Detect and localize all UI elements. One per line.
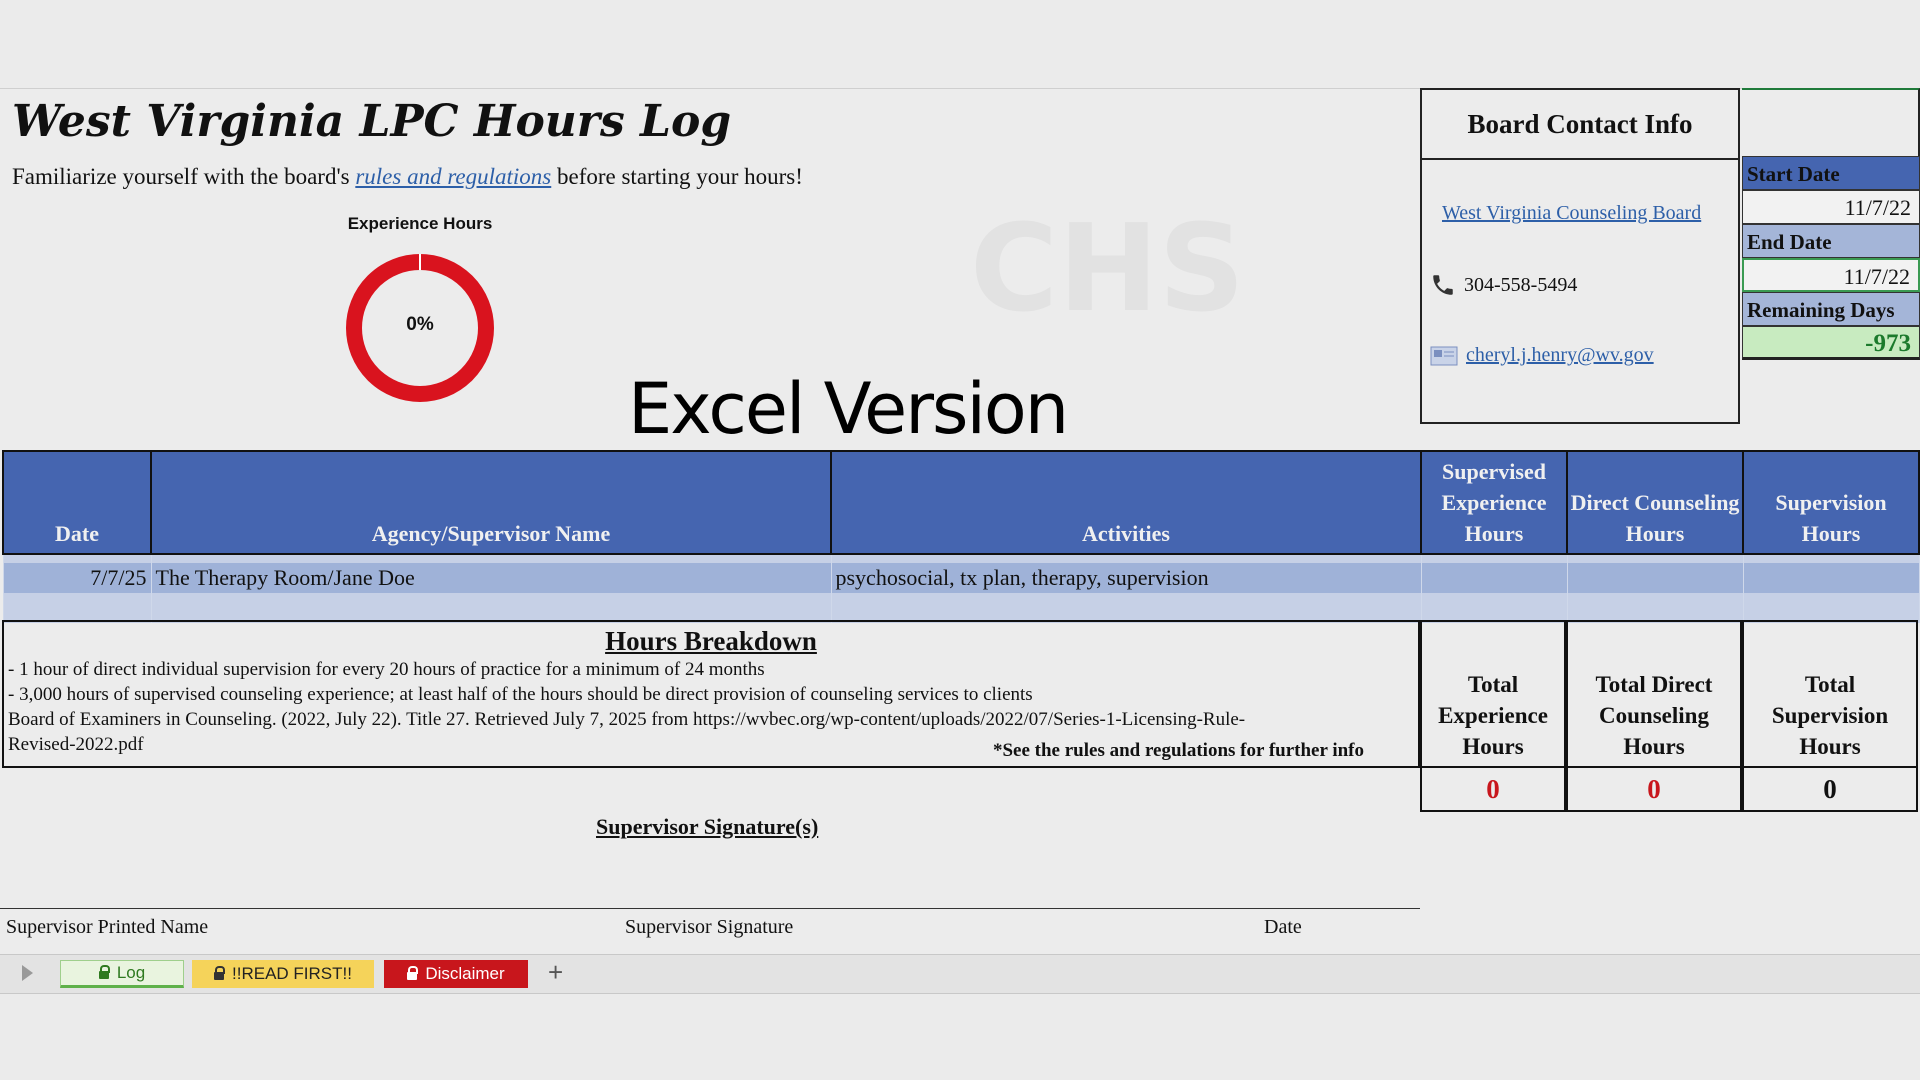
tab-log[interactable]: Log [60, 960, 184, 988]
total-experience-label: Total Experience Hours [1420, 620, 1566, 768]
total-experience-value[interactable]: 0 [1420, 768, 1566, 812]
end-date-cell[interactable]: 11/7/22 [1742, 258, 1920, 292]
start-date-label: Start Date [1742, 156, 1920, 190]
board-contact-box: Board Contact Info West Virginia Counsel… [1420, 88, 1740, 424]
supervisor-signature-label: Supervisor Signature [625, 916, 794, 938]
gauge-label: Experience Hours [347, 214, 493, 233]
cell[interactable] [1742, 593, 1920, 623]
email-link[interactable]: cheryl.j.henry@wv.gov [1466, 344, 1654, 367]
cell-activities[interactable]: psychosocial, tx plan, therapy, supervis… [830, 563, 1422, 593]
breakdown-citation: Board of Examiners in Counseling. (2022,… [8, 709, 1246, 730]
breakdown-line: - 3,000 hours of supervised counseling e… [8, 684, 1033, 705]
remaining-days-label: Remaining Days [1742, 292, 1920, 326]
sheet-tab-bar: Log !!READ FIRST!! Disclaimer + [0, 954, 1920, 994]
contact-phone: 304-558-5494 [1430, 272, 1577, 298]
table-row: 7/7/25 The Therapy Room/Jane Doe psychos… [2, 563, 1920, 593]
cell[interactable] [150, 593, 832, 623]
signature-title: Supervisor Signature(s) [596, 814, 819, 839]
total-direct-label: Total Direct Counseling Hours [1566, 620, 1742, 768]
cell-supervision-hours[interactable] [1742, 563, 1920, 593]
breakdown-note: *See the rules and regulations for furth… [992, 740, 1364, 761]
col-header-activities[interactable]: Activities [830, 450, 1422, 555]
tab-log-label: Log [116, 963, 146, 982]
dates-blank-cell[interactable] [1742, 88, 1920, 156]
board-website-link[interactable]: West Virginia Counseling Board [1442, 202, 1701, 225]
subtitle-text-after: before starting your hours! [551, 164, 803, 189]
mail-icon [1430, 346, 1458, 365]
cell-agency[interactable]: The Therapy Room/Jane Doe [150, 563, 832, 593]
rules-link[interactable]: rules and regulations [355, 164, 551, 189]
breakdown-title: Hours Breakdown [605, 626, 817, 656]
col-header-date[interactable]: Date [2, 450, 152, 555]
total-direct-value[interactable]: 0 [1566, 768, 1742, 812]
cell[interactable] [1420, 554, 1568, 563]
phone-icon [1433, 275, 1453, 295]
dates-panel: Start Date 11/7/22 End Date 11/7/22 Rema… [1742, 88, 1920, 360]
tab-disclaimer[interactable]: Disclaimer [384, 960, 528, 988]
subtitle-text-before: Familiarize yourself with the board's [12, 164, 356, 189]
remaining-days-cell[interactable]: -973 [1742, 326, 1920, 360]
cell[interactable] [1566, 593, 1744, 623]
end-date-label: End Date [1742, 224, 1920, 258]
col-header-direct-hours[interactable]: Direct Counseling Hours [1566, 450, 1744, 555]
hours-breakdown-box: Hours Breakdown - 1 hour of direct indiv… [2, 620, 1420, 768]
add-sheet-button[interactable]: + [548, 957, 563, 988]
gauge-value: 0% [406, 314, 434, 335]
cell-direct-hours[interactable] [1566, 563, 1744, 593]
col-header-supervision-hours[interactable]: Supervision Hours [1742, 450, 1920, 555]
signature-line [0, 908, 1420, 909]
cell[interactable] [1420, 593, 1568, 623]
phone-number: 304-558-5494 [1464, 273, 1578, 296]
contact-title: Board Contact Info [1422, 90, 1738, 160]
totals-panel: Total Experience Hours Total Direct Coun… [1420, 620, 1918, 812]
lock-icon [98, 965, 110, 979]
tab-disclaimer-label: Disclaimer [425, 964, 505, 983]
cell[interactable] [1742, 554, 1920, 563]
page-title: West Virginia LPC Hours Log [12, 96, 732, 147]
signature-date-label: Date [1264, 916, 1302, 938]
lock-icon [407, 966, 419, 980]
cell[interactable] [150, 554, 832, 563]
table-row [2, 593, 1920, 623]
cell-date[interactable]: 7/7/25 [2, 563, 152, 593]
cell[interactable] [1566, 554, 1744, 563]
total-supervision-label: Total Supervision Hours [1742, 620, 1918, 768]
lock-icon [214, 966, 226, 980]
cell[interactable] [830, 593, 1422, 623]
col-header-supervised-hours[interactable]: Supervised Experience Hours [1420, 450, 1568, 555]
excel-version-overlay: Excel Version [628, 368, 1069, 450]
tab-read-first-label: !!READ FIRST!! [232, 964, 352, 983]
tab-read-first[interactable]: !!READ FIRST!! [192, 960, 374, 988]
breakdown-line: - 1 hour of direct individual supervisio… [8, 659, 765, 680]
contact-email: cheryl.j.henry@wv.gov [1430, 344, 1654, 367]
cell[interactable] [2, 554, 152, 563]
table-row-spacer [2, 554, 1920, 563]
table-header-row: Date Agency/Supervisor Name Activities S… [2, 450, 1920, 555]
cell[interactable] [2, 593, 152, 623]
start-date-cell[interactable]: 11/7/22 [1742, 190, 1920, 224]
cell-supervised-hours[interactable] [1420, 563, 1568, 593]
subtitle: Familiarize yourself with the board's ru… [12, 164, 803, 190]
tab-scroll-right-icon[interactable] [22, 965, 33, 981]
total-supervision-value[interactable]: 0 [1742, 768, 1918, 812]
supervisor-printed-name-label: Supervisor Printed Name [6, 916, 209, 938]
watermark-logo: CHS [970, 200, 1245, 339]
hours-log-table: Date Agency/Supervisor Name Activities S… [2, 450, 1920, 623]
col-header-agency[interactable]: Agency/Supervisor Name [150, 450, 832, 555]
cell[interactable] [830, 554, 1422, 563]
